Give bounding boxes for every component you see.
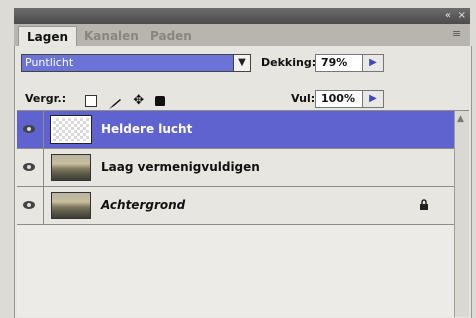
lock-icons: ✥ xyxy=(85,90,171,109)
layer-thumbnail[interactable] xyxy=(51,154,91,181)
tab-bar: Lagen Kanalen Paden ≡ xyxy=(14,24,470,47)
layers-panel: « × Lagen Kanalen Paden ≡ Puntlicht ▼ De… xyxy=(0,0,476,318)
layer-row-laag-vermenigvuldigen[interactable]: Laag vermenigvuldigen xyxy=(17,149,455,187)
visibility-toggle[interactable] xyxy=(17,187,44,224)
fill-slider-button[interactable]: ▶ xyxy=(362,90,384,108)
chevron-down-icon[interactable]: ▼ xyxy=(233,54,251,72)
tab-lagen[interactable]: Lagen xyxy=(18,26,78,47)
layer-name[interactable]: Laag vermenigvuldigen xyxy=(101,160,260,174)
lock-position-icon[interactable]: ✥ xyxy=(133,94,144,107)
layer-name[interactable]: Heldere lucht xyxy=(101,122,192,136)
layer-thumbnail[interactable] xyxy=(50,115,92,144)
lock-transparent-pixels-icon[interactable] xyxy=(85,94,97,107)
close-icon[interactable]: × xyxy=(458,9,466,23)
fill-label: Vul: xyxy=(291,92,316,105)
lock-image-pixels-icon[interactable] xyxy=(108,95,122,109)
visibility-toggle[interactable] xyxy=(17,149,44,186)
tab-paden[interactable]: Paden xyxy=(142,26,200,46)
eye-icon xyxy=(23,163,35,171)
blend-mode-value: Puntlicht xyxy=(25,56,74,69)
panel-menu-icon[interactable]: ≡ xyxy=(452,28,466,40)
visibility-toggle[interactable] xyxy=(17,111,44,148)
layer-row-heldere-lucht[interactable]: Heldere lucht xyxy=(17,111,455,149)
fill-field[interactable]: 100% xyxy=(315,90,363,108)
eye-icon xyxy=(23,201,35,209)
scrollbar[interactable]: ▲ xyxy=(454,111,469,317)
layer-thumbnail[interactable] xyxy=(51,192,91,219)
scroll-up-icon[interactable]: ▲ xyxy=(457,114,464,124)
collapse-icon[interactable]: « xyxy=(445,9,452,23)
opacity-label: Dekking: xyxy=(261,56,317,69)
layer-lock-icon xyxy=(420,199,428,210)
opacity-slider-button[interactable]: ▶ xyxy=(362,54,384,72)
blend-mode-select[interactable]: Puntlicht ▼ xyxy=(21,54,251,72)
panel-body: Puntlicht ▼ Dekking: 79% ▶ Vergr.: ✥ Vul… xyxy=(14,46,472,318)
tab-kanalen[interactable]: Kanalen xyxy=(76,26,147,46)
eye-icon xyxy=(23,125,35,133)
layer-row-achtergrond[interactable]: Achtergrond xyxy=(17,187,455,225)
layer-name[interactable]: Achtergrond xyxy=(101,198,185,212)
layers-list: Heldere lucht Laag vermenigvuldigen Acht… xyxy=(17,110,469,317)
lock-all-icon[interactable] xyxy=(155,95,166,106)
opacity-field[interactable]: 79% xyxy=(315,54,363,72)
panel-title-bar: « × xyxy=(14,8,470,24)
lock-label: Vergr.: xyxy=(25,92,67,105)
